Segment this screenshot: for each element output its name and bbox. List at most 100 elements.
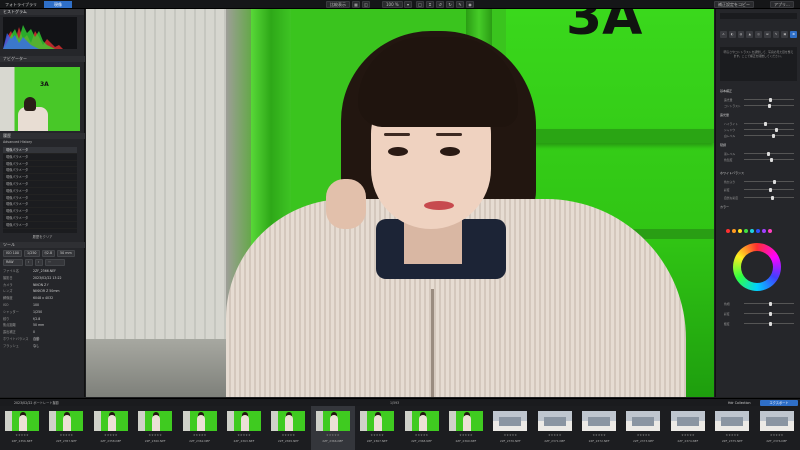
aperture-chip[interactable]: f/2.8 xyxy=(41,250,56,257)
filmstrip-thumb[interactable]: ★★★★★ 2ZF_2369.NEF xyxy=(444,406,488,450)
photo-viewer[interactable]: 3A xyxy=(86,9,714,397)
history-item[interactable]: 現像パラメータ xyxy=(3,201,77,209)
filmstrip-thumb[interactable]: ★★★★★ 2ZF_2362.NEF xyxy=(178,406,222,450)
filmstrip-thumb[interactable]: ★★★★★ 2ZF_2365.NEF xyxy=(266,406,310,450)
slider-knob[interactable] xyxy=(771,133,775,138)
swatch-green[interactable] xyxy=(744,229,748,233)
fit-icon[interactable]: □ xyxy=(416,1,424,8)
swatch-blue[interactable] xyxy=(756,229,760,233)
navigator-header[interactable]: ナビゲーター xyxy=(0,56,85,62)
history-item[interactable]: 現像パラメータ xyxy=(3,161,77,168)
adjustment-section[interactable]: 露光量 xyxy=(720,113,797,118)
slider-knob[interactable] xyxy=(769,321,772,326)
adjustment-section[interactable]: カラー xyxy=(720,205,797,210)
rotate-left-icon[interactable]: ↺ xyxy=(436,1,444,8)
compare-button[interactable]: 比較表示 xyxy=(326,1,350,8)
tab-develop[interactable]: 現像 xyxy=(44,1,72,8)
split-view-icon[interactable]: ◫ xyxy=(362,1,370,8)
slider-track[interactable] xyxy=(744,133,794,138)
swatch-purple[interactable] xyxy=(762,229,766,233)
adjust-slider[interactable]: 露光量 xyxy=(724,97,794,102)
filmstrip-thumb[interactable]: ★★★★★ 2ZF_2367.NEF xyxy=(355,406,399,450)
navigator-preview[interactable]: 3A xyxy=(0,67,80,131)
lens-icon[interactable]: ◎ xyxy=(755,31,762,38)
chevron-down-icon[interactable]: ▾ xyxy=(404,1,412,8)
slider-track[interactable] xyxy=(744,151,794,156)
slider-track[interactable] xyxy=(744,311,794,316)
adjust-slider[interactable]: 黒レベル xyxy=(724,151,794,156)
adjustment-section[interactable]: 階調 xyxy=(720,143,797,148)
raw-chip[interactable]: RAW xyxy=(3,259,23,266)
settings-icon[interactable]: ⚙ xyxy=(790,31,798,38)
swatch-red[interactable] xyxy=(726,229,730,233)
filmstrip-thumb[interactable]: ★★★★★ 2ZF_2363.NEF xyxy=(222,406,266,450)
adjustment-section[interactable]: 基本補正 xyxy=(720,89,797,94)
rating-stars[interactable]: ★★★★★ xyxy=(582,433,616,437)
adjust-slider[interactable]: 彩度 xyxy=(724,187,794,192)
tone-icon[interactable]: ◐ xyxy=(728,31,736,38)
brush-icon[interactable]: ✎ xyxy=(456,1,464,8)
rating-stars[interactable]: ★★★★★ xyxy=(449,433,483,437)
filmstrip-thumb[interactable]: ★★★★★ 2ZF_2368.NEF xyxy=(400,406,444,450)
slider-knob[interactable] xyxy=(773,179,776,184)
color-icon[interactable]: ◍ xyxy=(737,31,745,38)
detail-icon[interactable]: ▲ xyxy=(746,31,754,38)
filmstrip-thumb[interactable]: ★★★★★ 2ZF_2370.NEF xyxy=(488,406,532,450)
slider-knob[interactable] xyxy=(770,157,773,162)
adjust-slider[interactable]: コントラスト xyxy=(724,103,794,108)
history-item[interactable]: 現像パラメータ xyxy=(3,208,77,215)
rating-stars[interactable]: ★★★★★ xyxy=(405,433,439,437)
copy-settings-button[interactable]: 補正設定をコピー xyxy=(714,1,754,8)
slider-track[interactable] xyxy=(744,127,794,132)
rating-stars[interactable]: ★★★★★ xyxy=(271,433,305,437)
auto-icon[interactable]: A xyxy=(720,31,727,38)
filmstrip-thumb[interactable]: ★★★★★ 2ZF_2360.NEF xyxy=(133,406,177,450)
adjust-slider[interactable]: 白レベル xyxy=(724,133,794,138)
slider-knob[interactable] xyxy=(769,311,772,316)
color-slider[interactable]: 彩度 xyxy=(724,311,794,316)
slider-track[interactable] xyxy=(744,103,794,108)
export-top-button[interactable]: アプリ... xyxy=(770,1,794,8)
iso-chip[interactable]: ISO 100 xyxy=(3,250,23,257)
focal-chip[interactable]: 50 mm xyxy=(57,250,75,257)
rating-stars[interactable]: ★★★★★ xyxy=(138,433,172,437)
slider-knob[interactable] xyxy=(769,97,772,102)
color-slider[interactable]: 輝度 xyxy=(724,321,794,326)
filmstrip-thumb[interactable]: ★★★★★ 2ZF_2374.NEF xyxy=(666,406,710,450)
rating-stars[interactable]: ★★★★★ xyxy=(715,433,749,437)
adjustment-section[interactable]: ホワイトバランス xyxy=(720,171,797,176)
histogram-header[interactable]: ヒストグラム xyxy=(0,9,84,15)
mask-icon[interactable]: ▣ xyxy=(781,31,789,38)
slider-knob[interactable] xyxy=(768,103,771,108)
shutter-chip[interactable]: 1/250 xyxy=(24,250,40,257)
filmstrip-thumb[interactable]: ★★★★★ 2ZF_2356.NEF xyxy=(0,406,44,450)
rotate-right-icon[interactable]: ↻ xyxy=(446,1,454,8)
filmstrip-thumb[interactable]: ★★★★★ 2ZF_2372.NEF xyxy=(577,406,621,450)
panel-tabs[interactable] xyxy=(720,13,797,19)
slider-knob[interactable] xyxy=(764,121,767,126)
adjust-slider[interactable]: ハイライト xyxy=(724,121,794,126)
filmstrip-thumb[interactable]: ★★★★★ 2ZF_2376.NEF xyxy=(755,406,799,450)
rating-stars[interactable]: ★★★★★ xyxy=(360,433,394,437)
rating-stars[interactable]: ★★★★★ xyxy=(538,433,572,437)
filmstrip-thumb[interactable]: ★★★★★ 2ZF_2373.NEF xyxy=(621,406,665,450)
history-item[interactable]: 現像パラメータ xyxy=(3,188,77,195)
rating-stars[interactable]: ★★★★★ xyxy=(671,433,705,437)
slider-track[interactable] xyxy=(744,195,794,200)
swatch-orange[interactable] xyxy=(732,229,736,233)
filmstrip-thumb[interactable]: ★★★★★ 2ZF_2366.NEF xyxy=(310,406,356,450)
history-header[interactable]: 履歴 xyxy=(0,133,85,139)
slider-knob[interactable] xyxy=(769,187,772,192)
grid-icon[interactable]: ▦ xyxy=(352,1,360,8)
color-slider[interactable]: 色相 xyxy=(724,301,794,306)
slider-track[interactable] xyxy=(744,321,794,326)
slider-track[interactable] xyxy=(744,179,794,184)
filmstrip-thumb[interactable]: ★★★★★ 2ZF_2371.NEF xyxy=(533,406,577,450)
swatch-magenta[interactable] xyxy=(768,229,772,233)
history-item[interactable]: 現像パラメータ xyxy=(3,147,77,154)
rating-stars[interactable]: ★★★★★ xyxy=(94,433,128,437)
history-item[interactable]: 現像パラメータ xyxy=(3,167,77,175)
adjust-slider[interactable]: 色温度 xyxy=(724,157,794,162)
filmstrip-thumb[interactable]: ★★★★★ 2ZF_2375.NEF xyxy=(710,406,754,450)
rating-stars[interactable]: ★★★★★ xyxy=(493,433,527,437)
